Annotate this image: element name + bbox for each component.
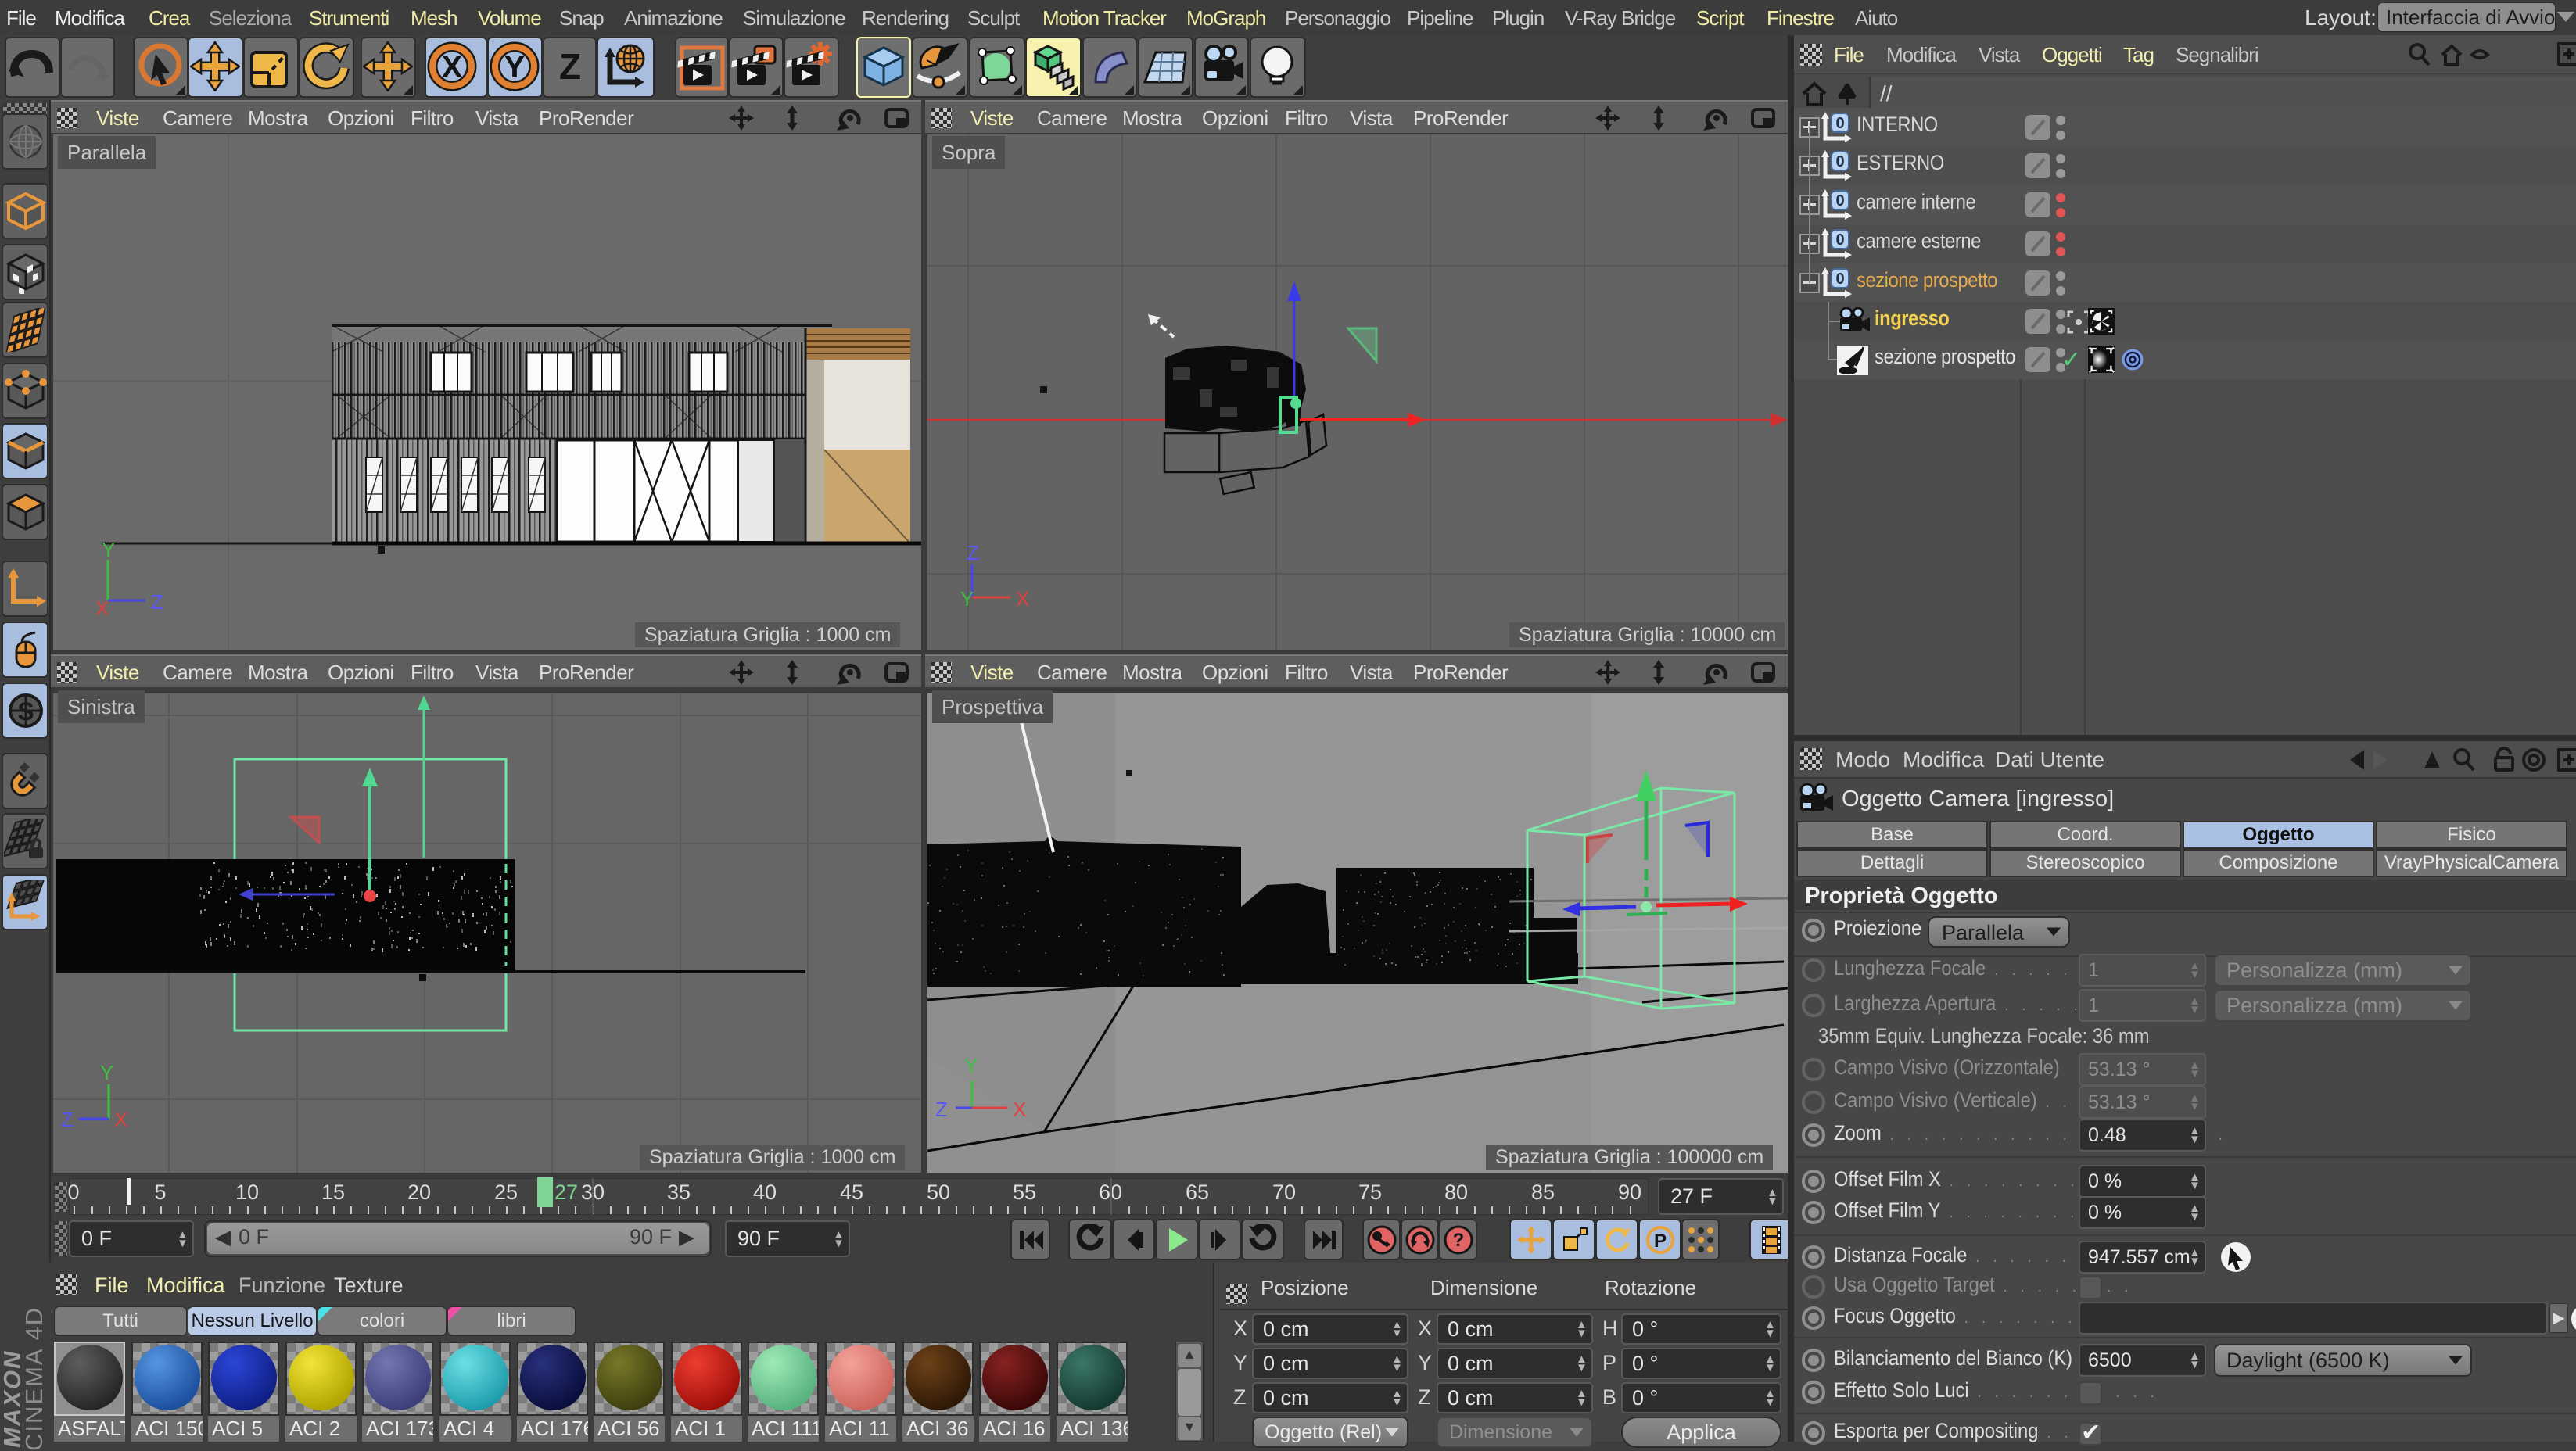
svg-text:?: ? (1452, 1230, 1464, 1251)
svg-text:X: X (114, 1108, 127, 1131)
svg-text:0: 0 (1835, 231, 1844, 249)
svg-text:Z: Z (151, 590, 163, 614)
svg-text:Z: Z (967, 541, 979, 564)
svg-text:Z: Z (61, 1108, 74, 1131)
svg-text:S: S (17, 697, 34, 726)
svg-text:Y: Y (504, 50, 526, 84)
svg-text:X: X (1016, 587, 1029, 611)
svg-text:X: X (1013, 1098, 1026, 1121)
svg-text:X: X (95, 597, 109, 620)
svg-text:Z: Z (935, 1098, 948, 1121)
svg-text:Y: Y (100, 1061, 113, 1084)
svg-text:P: P (1653, 1231, 1666, 1252)
svg-text:0: 0 (1835, 115, 1844, 132)
svg-text:Y: Y (960, 587, 974, 611)
svg-text:Z: Z (559, 46, 581, 87)
svg-text:0: 0 (1835, 192, 1844, 210)
svg-text:X: X (442, 50, 463, 84)
svg-text:Y: Y (102, 538, 115, 561)
svg-text:0: 0 (1835, 270, 1844, 288)
svg-text:0: 0 (1835, 153, 1844, 170)
svg-text:Y: Y (964, 1054, 978, 1077)
